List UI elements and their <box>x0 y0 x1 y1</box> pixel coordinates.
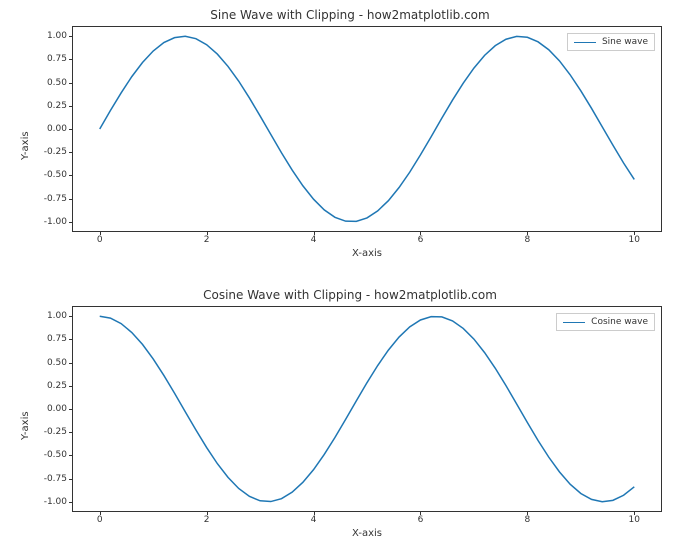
y-tick-label: -1.00 <box>44 497 67 507</box>
y-tick-mark <box>69 222 73 223</box>
x-axis-label: X-axis <box>72 528 662 539</box>
y-axis-label: Y-axis <box>20 411 31 440</box>
y-tick-label: 0.75 <box>47 54 67 64</box>
y-tick-label: -0.75 <box>44 194 67 204</box>
y-tick-mark <box>69 432 73 433</box>
y-tick-mark <box>69 502 73 503</box>
y-tick-mark <box>69 316 73 317</box>
series-sine <box>100 36 635 221</box>
y-tick-mark <box>69 175 73 176</box>
y-tick-label: -0.50 <box>44 450 67 460</box>
figure: Sine Wave with Clipping - how2matplotlib… <box>0 0 700 560</box>
y-tick-mark <box>69 339 73 340</box>
y-tick-label: -0.25 <box>44 427 67 437</box>
y-tick-mark <box>69 59 73 60</box>
y-tick-mark <box>69 152 73 153</box>
legend: Sine wave <box>567 33 655 51</box>
y-tick-label: -0.25 <box>44 147 67 157</box>
x-tick-label: 10 <box>629 515 640 525</box>
y-tick-label: 0.75 <box>47 334 67 344</box>
x-tick-label: 4 <box>311 515 317 525</box>
subplot-sine: Sine Wave with Clipping - how2matplotlib… <box>0 0 700 280</box>
x-tick-label: 0 <box>97 515 103 525</box>
chart-title: Sine Wave with Clipping - how2matplotlib… <box>0 8 700 22</box>
x-tick-label: 2 <box>204 235 210 245</box>
series-cosine <box>100 316 635 501</box>
y-tick-label: -0.50 <box>44 170 67 180</box>
x-tick-label: 10 <box>629 235 640 245</box>
y-tick-label: 1.00 <box>47 311 67 321</box>
y-tick-mark <box>69 409 73 410</box>
y-tick-label: 0.25 <box>47 381 67 391</box>
y-tick-label: 0.00 <box>47 124 67 134</box>
plot-area: Sine wave 0246810-1.00-0.75-0.50-0.250.0… <box>72 26 662 232</box>
plot-area: Cosine wave 0246810-1.00-0.75-0.50-0.250… <box>72 306 662 512</box>
legend-swatch-icon <box>563 322 585 323</box>
x-tick-label: 6 <box>418 235 424 245</box>
x-tick-label: 6 <box>418 515 424 525</box>
x-tick-label: 2 <box>204 515 210 525</box>
chart-title: Cosine Wave with Clipping - how2matplotl… <box>0 288 700 302</box>
y-tick-label: -0.75 <box>44 474 67 484</box>
legend-label: Cosine wave <box>591 317 648 327</box>
x-axis-label: X-axis <box>72 248 662 259</box>
legend-label: Sine wave <box>602 37 648 47</box>
y-tick-mark <box>69 455 73 456</box>
y-axis-label: Y-axis <box>20 131 31 160</box>
y-tick-mark <box>69 83 73 84</box>
x-tick-label: 8 <box>524 235 530 245</box>
legend-swatch-icon <box>574 42 596 43</box>
y-tick-label: 0.50 <box>47 358 67 368</box>
x-tick-label: 8 <box>524 515 530 525</box>
y-tick-mark <box>69 386 73 387</box>
y-tick-mark <box>69 479 73 480</box>
subplot-cosine: Cosine Wave with Clipping - how2matplotl… <box>0 280 700 560</box>
x-tick-label: 4 <box>311 235 317 245</box>
x-tick-label: 0 <box>97 235 103 245</box>
y-tick-mark <box>69 199 73 200</box>
y-tick-label: -1.00 <box>44 217 67 227</box>
y-tick-mark <box>69 106 73 107</box>
y-tick-mark <box>69 363 73 364</box>
legend: Cosine wave <box>556 313 655 331</box>
y-tick-mark <box>69 129 73 130</box>
y-tick-label: 0.25 <box>47 101 67 111</box>
y-tick-label: 1.00 <box>47 31 67 41</box>
y-tick-mark <box>69 36 73 37</box>
y-tick-label: 0.00 <box>47 404 67 414</box>
y-tick-label: 0.50 <box>47 78 67 88</box>
